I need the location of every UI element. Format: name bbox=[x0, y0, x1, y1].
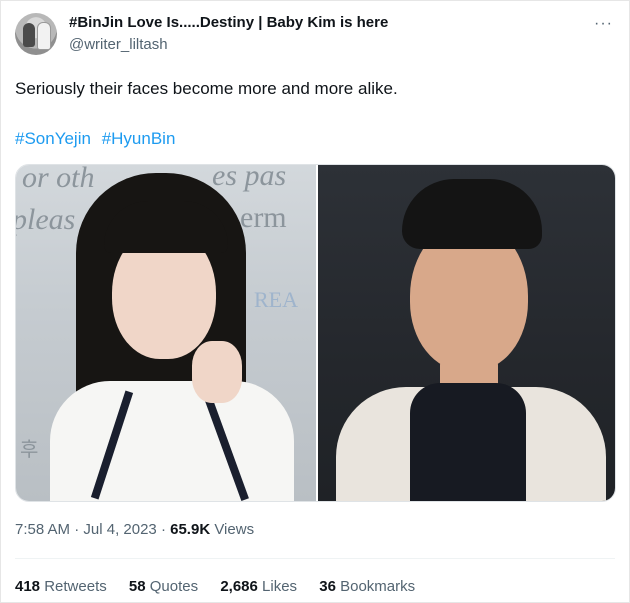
stat-count: 2,686 bbox=[220, 578, 258, 595]
views-count: 65.9K bbox=[170, 521, 211, 538]
engagement-stats: 418 Retweets 58 Quotes 2,686 Likes 36 Bo… bbox=[15, 578, 433, 595]
hand-shape bbox=[192, 341, 242, 403]
hashtag-list: #SonYejin #HyunBin bbox=[15, 129, 181, 149]
avatar[interactable] bbox=[15, 13, 57, 55]
photo-background-text: 후 bbox=[20, 439, 39, 461]
separator: · bbox=[156, 521, 171, 538]
tweet-timestamp[interactable]: 7:58 AM · Jul 4, 2023 · 65.9K Views bbox=[15, 521, 254, 538]
photo-background-text: erm bbox=[240, 201, 287, 234]
stat-bookmarks[interactable]: 36 Bookmarks bbox=[319, 578, 415, 595]
stat-quotes[interactable]: 58 Quotes bbox=[129, 578, 198, 595]
stat-likes[interactable]: 2,686 Likes bbox=[220, 578, 297, 595]
more-horizontal-icon[interactable]: ··· bbox=[594, 15, 613, 33]
photo-background-text: pleas bbox=[16, 203, 76, 236]
photo-background-text: or oth bbox=[22, 165, 95, 194]
tweet-card: #BinJin Love Is.....Destiny | Baby Kim i… bbox=[0, 0, 630, 603]
photo-background-text: REA bbox=[254, 287, 298, 312]
stat-label: Quotes bbox=[149, 578, 199, 595]
user-handle[interactable]: @writer_liltash bbox=[69, 36, 168, 53]
stat-retweets[interactable]: 418 Retweets bbox=[15, 578, 107, 595]
stat-count: 36 bbox=[319, 578, 336, 595]
stat-label: Likes bbox=[262, 578, 298, 595]
media-grid: or oth pleas es pas erm REA 후 bbox=[15, 164, 616, 502]
views-label: Views bbox=[210, 521, 255, 538]
timestamp-time: 7:58 AM bbox=[15, 521, 71, 538]
stat-count: 58 bbox=[128, 578, 146, 595]
hashtag-link[interactable]: #SonYejin bbox=[15, 129, 91, 148]
photo-left[interactable]: or oth pleas es pas erm REA 후 bbox=[16, 165, 316, 501]
bangs-shape bbox=[104, 201, 228, 253]
timestamp-date: Jul 4, 2023 bbox=[83, 521, 157, 538]
hair-shape bbox=[402, 179, 542, 249]
photo-background-text: es pas bbox=[212, 165, 287, 192]
separator: · bbox=[70, 521, 84, 538]
photo-right[interactable] bbox=[318, 165, 615, 501]
tweet-text: Seriously their faces become more and mo… bbox=[15, 79, 398, 98]
avatar-figure-light bbox=[37, 22, 51, 50]
shirt-shape bbox=[410, 383, 526, 501]
hashtag-link[interactable]: #HyunBin bbox=[102, 129, 176, 148]
user-display-name[interactable]: #BinJin Love Is.....Destiny | Baby Kim i… bbox=[69, 14, 388, 31]
stat-count: 418 bbox=[15, 578, 41, 595]
stat-label: Retweets bbox=[44, 578, 107, 595]
divider bbox=[15, 558, 615, 559]
avatar-figure-dark bbox=[23, 23, 35, 47]
stat-label: Bookmarks bbox=[340, 578, 416, 595]
jacket-shape bbox=[50, 381, 294, 501]
